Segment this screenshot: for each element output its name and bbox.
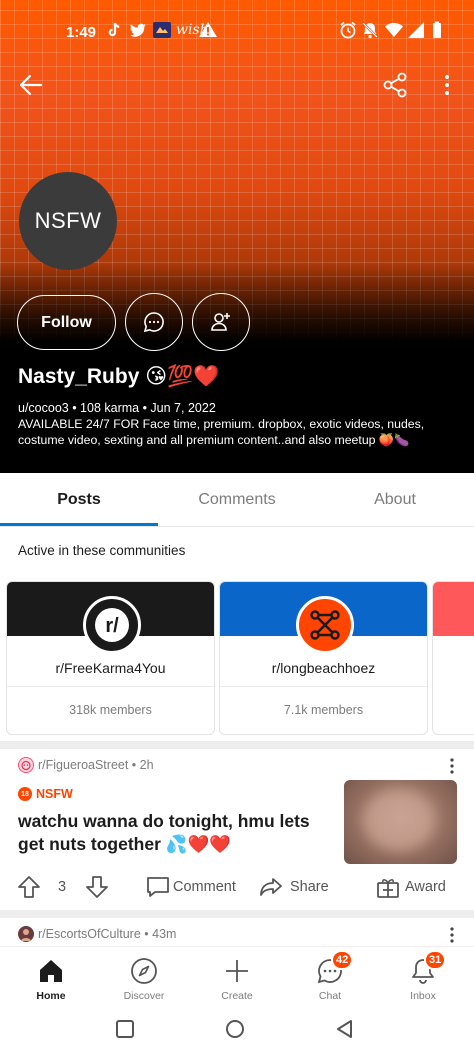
profile-tabs: Posts Comments About (0, 473, 474, 527)
bell-icon: 31 (408, 950, 447, 986)
community-card-freekarma4you[interactable]: r/ r/FreeKarma4You 318k members (6, 581, 215, 735)
inbox-badge: 31 (424, 950, 447, 970)
more-options-button[interactable] (432, 68, 462, 102)
chat-icon: 42 (315, 950, 354, 986)
post-score: 3 (58, 879, 67, 895)
nav-home[interactable]: Home (4, 947, 98, 1007)
community-card-longbeachhoez[interactable]: r/longbeachhoez 7.1k members (219, 581, 428, 735)
nsfw-tag: 18 NSFW (18, 787, 73, 801)
add-user-icon (211, 313, 230, 331)
chat-badge: 42 (331, 950, 354, 970)
community-members: 7.1k members (283, 703, 364, 717)
android-navigation-bar (0, 1006, 474, 1053)
home-system-button[interactable] (224, 1018, 246, 1040)
plus-icon (222, 956, 252, 986)
square-icon (116, 1020, 134, 1038)
username-emojis: 😘💯❤️ (145, 365, 220, 388)
chat-button[interactable] (125, 293, 183, 351)
post-more-button[interactable] (442, 925, 462, 945)
signal-icon (406, 20, 426, 40)
tab-comments[interactable]: Comments (158, 473, 316, 527)
community-name: r/longbeachhoez (271, 660, 376, 676)
more-vertical-icon (450, 758, 454, 774)
home-icon (36, 956, 66, 986)
communities-title: Active in these communities (18, 543, 186, 558)
wifi-icon (384, 20, 404, 40)
tiktok-icon (104, 20, 124, 40)
post-header: r/EscortsOfCulture • 43m (18, 926, 176, 942)
section-divider (0, 741, 474, 749)
post-thumbnail-blurred[interactable] (344, 780, 457, 864)
share-button[interactable]: Share (258, 866, 329, 908)
more-vertical-icon (450, 927, 454, 943)
downvote-arrow-icon (86, 876, 108, 898)
status-bar: 1:49 wish (0, 0, 474, 62)
arrow-left-icon (19, 74, 43, 96)
post-actions: 3 Comment Share Award (0, 866, 474, 908)
triangle-back-icon (337, 1020, 352, 1038)
nav-inbox[interactable]: 31 Inbox (376, 947, 470, 1007)
share-icon (383, 72, 407, 98)
gift-icon (377, 879, 399, 898)
post-age: 2h (139, 758, 154, 772)
network-nodes-icon (310, 610, 340, 640)
twitter-icon (128, 20, 148, 40)
community-icon: r/ (83, 596, 141, 654)
post-subreddit[interactable]: r/EscortsOfCulture (38, 927, 141, 941)
upvote-button[interactable] (16, 866, 42, 908)
share-profile-button[interactable] (378, 68, 412, 102)
profile-meta: u/cocoo3 • 108 karma • Jun 7, 2022 (18, 401, 216, 415)
nsfw-18-icon: 18 (18, 787, 32, 801)
back-system-button[interactable] (334, 1018, 356, 1040)
award-button[interactable]: Award (375, 866, 446, 908)
share-arrow-icon (260, 878, 282, 896)
post-subreddit[interactable]: r/FigueroaStreet (38, 758, 128, 772)
tab-posts[interactable]: Posts (0, 473, 158, 527)
warning-icon (198, 20, 218, 40)
avatar-text: NSFW (34, 208, 102, 233)
app-notification-icon (152, 20, 172, 40)
battery-icon (427, 20, 447, 40)
more-vertical-icon (445, 75, 449, 95)
post-title[interactable]: watchu wanna do tonight, hmu lets get nu… (18, 810, 336, 856)
alarm-icon (338, 20, 358, 40)
chat-bubble-icon (143, 312, 164, 333)
community-card-partial[interactable] (432, 581, 474, 735)
add-friend-button[interactable] (192, 293, 250, 351)
nav-chat[interactable]: 42 Chat (283, 947, 377, 1007)
compass-icon (129, 956, 159, 986)
subreddit-icon[interactable] (18, 757, 34, 773)
svg-text:r/: r/ (105, 615, 119, 637)
active-tab-indicator (0, 523, 158, 526)
comment-icon (147, 877, 169, 897)
post-header: r/FigueroaStreet • 2h (18, 757, 154, 773)
follow-button[interactable]: Follow (17, 295, 116, 350)
nav-discover[interactable]: Discover (97, 947, 191, 1007)
bottom-navigation: Home Discover Create 42 Chat 31 Inbox (0, 946, 474, 1006)
community-members: 318k members (69, 703, 152, 717)
community-name: r/FreeKarma4You (55, 660, 166, 676)
upvote-arrow-icon (18, 876, 40, 898)
subreddit-icon[interactable] (18, 926, 34, 942)
downvote-button[interactable] (84, 866, 110, 908)
profile-bio: AVAILABLE 24/7 FOR Face time, premium. d… (18, 417, 425, 447)
profile-username: Nasty_Ruby 😘💯❤️ (18, 365, 220, 388)
status-time: 1:49 (66, 24, 97, 41)
tab-about[interactable]: About (316, 473, 474, 527)
comment-button[interactable]: Comment (145, 866, 236, 908)
recents-button[interactable] (114, 1018, 136, 1040)
nav-create[interactable]: Create (190, 947, 284, 1007)
post-age: 43m (152, 927, 177, 941)
r-slash-icon: r/ (95, 608, 129, 642)
section-divider (0, 910, 474, 918)
avatar: NSFW (19, 172, 117, 270)
circle-icon (226, 1020, 244, 1038)
post-more-button[interactable] (442, 756, 462, 776)
community-icon (296, 596, 354, 654)
notifications-off-icon (360, 20, 380, 40)
back-button[interactable] (14, 68, 48, 102)
